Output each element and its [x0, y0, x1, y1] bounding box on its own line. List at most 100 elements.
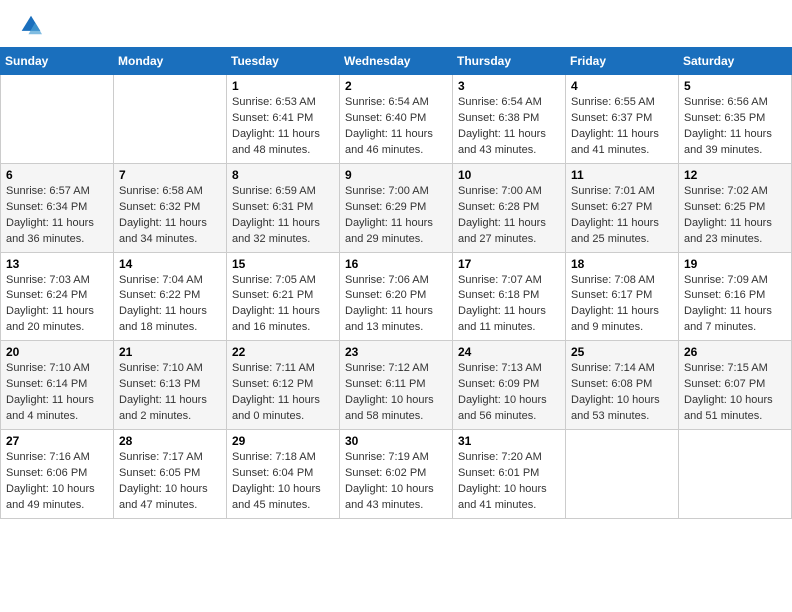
day-number: 5: [684, 79, 786, 93]
day-number: 8: [232, 168, 334, 182]
day-number: 2: [345, 79, 447, 93]
day-number: 24: [458, 345, 560, 359]
day-info: Sunrise: 7:06 AM Sunset: 6:20 PM Dayligh…: [345, 273, 447, 337]
dow-header: Monday: [114, 48, 227, 75]
dow-header: Friday: [566, 48, 679, 75]
dow-header: Saturday: [679, 48, 792, 75]
calendar-cell: 25Sunrise: 7:14 AM Sunset: 6:08 PM Dayli…: [566, 341, 679, 430]
day-number: 12: [684, 168, 786, 182]
calendar-cell: [114, 75, 227, 164]
day-number: 15: [232, 257, 334, 271]
calendar-header: SundayMondayTuesdayWednesdayThursdayFrid…: [1, 48, 792, 75]
day-info: Sunrise: 6:53 AM Sunset: 6:41 PM Dayligh…: [232, 95, 334, 159]
day-info: Sunrise: 7:00 AM Sunset: 6:28 PM Dayligh…: [458, 184, 560, 248]
day-info: Sunrise: 7:05 AM Sunset: 6:21 PM Dayligh…: [232, 273, 334, 337]
day-info: Sunrise: 6:57 AM Sunset: 6:34 PM Dayligh…: [6, 184, 108, 248]
logo-icon: [20, 14, 42, 36]
calendar-cell: 22 Sunrise: 7:11 AM Sunset: 6:12 PM Dayli…: [227, 341, 340, 430]
calendar-week-row: 20 Sunrise: 7:10 AM Sunset: 6:14 PM Dayli…: [1, 341, 792, 430]
day-info: Sunrise: 6:59 AM Sunset: 6:31 PM Dayligh…: [232, 184, 334, 248]
day-number: 30: [345, 434, 447, 448]
calendar-week-row: 27Sunrise: 7:16 AM Sunset: 6:06 PM Dayli…: [1, 430, 792, 519]
calendar-cell: 9Sunrise: 7:00 AM Sunset: 6:29 PM Daylig…: [340, 163, 453, 252]
calendar-cell: 26 Sunrise: 7:15 AM Sunset: 6:07 PM Dayli…: [679, 341, 792, 430]
calendar-body: 1 Sunrise: 6:53 AM Sunset: 6:41 PM Daylig…: [1, 75, 792, 519]
day-number: 11: [571, 168, 673, 182]
day-info: Sunrise: 7:11 AM Sunset: 6:12 PM Dayligh…: [232, 361, 334, 425]
calendar-cell: 13 Sunrise: 7:03 AM Sunset: 6:24 PM Dayli…: [1, 252, 114, 341]
day-number: 16: [345, 257, 447, 271]
calendar-cell: 10Sunrise: 7:00 AM Sunset: 6:28 PM Dayli…: [453, 163, 566, 252]
calendar-cell: 21 Sunrise: 7:10 AM Sunset: 6:13 PM Dayli…: [114, 341, 227, 430]
day-info: Sunrise: 7:19 AM Sunset: 6:02 PM Dayligh…: [345, 450, 447, 514]
day-number: 3: [458, 79, 560, 93]
day-number: 22: [232, 345, 334, 359]
calendar-week-row: 6 Sunrise: 6:57 AM Sunset: 6:34 PM Daylig…: [1, 163, 792, 252]
calendar-cell: 8 Sunrise: 6:59 AM Sunset: 6:31 PM Daylig…: [227, 163, 340, 252]
day-number: 1: [232, 79, 334, 93]
day-number: 14: [119, 257, 221, 271]
day-info: Sunrise: 7:20 AM Sunset: 6:01 PM Dayligh…: [458, 450, 560, 514]
calendar-cell: 6 Sunrise: 6:57 AM Sunset: 6:34 PM Daylig…: [1, 163, 114, 252]
calendar-cell: 3 Sunrise: 6:54 AM Sunset: 6:38 PM Daylig…: [453, 75, 566, 164]
calendar-cell: 27Sunrise: 7:16 AM Sunset: 6:06 PM Dayli…: [1, 430, 114, 519]
day-info: Sunrise: 7:10 AM Sunset: 6:14 PM Dayligh…: [6, 361, 108, 425]
day-info: Sunrise: 6:54 AM Sunset: 6:38 PM Dayligh…: [458, 95, 560, 159]
day-info: Sunrise: 7:04 AM Sunset: 6:22 PM Dayligh…: [119, 273, 221, 337]
calendar-cell: 4 Sunrise: 6:55 AM Sunset: 6:37 PM Daylig…: [566, 75, 679, 164]
day-number: 31: [458, 434, 560, 448]
calendar-cell: 31 Sunrise: 7:20 AM Sunset: 6:01 PM Dayli…: [453, 430, 566, 519]
day-number: 6: [6, 168, 108, 182]
calendar-cell: 5 Sunrise: 6:56 AM Sunset: 6:35 PM Daylig…: [679, 75, 792, 164]
day-number: 23: [345, 345, 447, 359]
day-info: Sunrise: 7:01 AM Sunset: 6:27 PM Dayligh…: [571, 184, 673, 248]
day-number: 4: [571, 79, 673, 93]
calendar-cell: [679, 430, 792, 519]
day-number: 18: [571, 257, 673, 271]
day-number: 29: [232, 434, 334, 448]
day-number: 27: [6, 434, 108, 448]
day-number: 13: [6, 257, 108, 271]
calendar-cell: 11 Sunrise: 7:01 AM Sunset: 6:27 PM Dayli…: [566, 163, 679, 252]
calendar-cell: 2 Sunrise: 6:54 AM Sunset: 6:40 PM Daylig…: [340, 75, 453, 164]
calendar-cell: 29 Sunrise: 7:18 AM Sunset: 6:04 PM Dayli…: [227, 430, 340, 519]
day-info: Sunrise: 7:03 AM Sunset: 6:24 PM Dayligh…: [6, 273, 108, 337]
calendar-cell: 24 Sunrise: 7:13 AM Sunset: 6:09 PM Dayli…: [453, 341, 566, 430]
dow-header: Sunday: [1, 48, 114, 75]
calendar-cell: 18Sunrise: 7:08 AM Sunset: 6:17 PM Dayli…: [566, 252, 679, 341]
day-number: 21: [119, 345, 221, 359]
calendar-cell: 14 Sunrise: 7:04 AM Sunset: 6:22 PM Dayli…: [114, 252, 227, 341]
day-info: Sunrise: 7:18 AM Sunset: 6:04 PM Dayligh…: [232, 450, 334, 514]
dow-header: Tuesday: [227, 48, 340, 75]
day-info: Sunrise: 7:07 AM Sunset: 6:18 PM Dayligh…: [458, 273, 560, 337]
page-header: [0, 0, 792, 47]
day-number: 25: [571, 345, 673, 359]
day-info: Sunrise: 6:54 AM Sunset: 6:40 PM Dayligh…: [345, 95, 447, 159]
calendar-cell: 28 Sunrise: 7:17 AM Sunset: 6:05 PM Dayli…: [114, 430, 227, 519]
dow-header: Thursday: [453, 48, 566, 75]
day-number: 7: [119, 168, 221, 182]
day-number: 19: [684, 257, 786, 271]
calendar-cell: [1, 75, 114, 164]
calendar-week-row: 13 Sunrise: 7:03 AM Sunset: 6:24 PM Dayli…: [1, 252, 792, 341]
day-number: 26: [684, 345, 786, 359]
day-info: Sunrise: 7:15 AM Sunset: 6:07 PM Dayligh…: [684, 361, 786, 425]
calendar-week-row: 1 Sunrise: 6:53 AM Sunset: 6:41 PM Daylig…: [1, 75, 792, 164]
day-info: Sunrise: 7:02 AM Sunset: 6:25 PM Dayligh…: [684, 184, 786, 248]
calendar-cell: 15 Sunrise: 7:05 AM Sunset: 6:21 PM Dayli…: [227, 252, 340, 341]
day-info: Sunrise: 7:13 AM Sunset: 6:09 PM Dayligh…: [458, 361, 560, 425]
day-number: 28: [119, 434, 221, 448]
day-info: Sunrise: 7:10 AM Sunset: 6:13 PM Dayligh…: [119, 361, 221, 425]
day-info: Sunrise: 6:55 AM Sunset: 6:37 PM Dayligh…: [571, 95, 673, 159]
day-number: 20: [6, 345, 108, 359]
day-info: Sunrise: 7:17 AM Sunset: 6:05 PM Dayligh…: [119, 450, 221, 514]
calendar-cell: 17Sunrise: 7:07 AM Sunset: 6:18 PM Dayli…: [453, 252, 566, 341]
calendar-cell: 7Sunrise: 6:58 AM Sunset: 6:32 PM Daylig…: [114, 163, 227, 252]
calendar-cell: 16 Sunrise: 7:06 AM Sunset: 6:20 PM Dayli…: [340, 252, 453, 341]
day-info: Sunrise: 6:56 AM Sunset: 6:35 PM Dayligh…: [684, 95, 786, 159]
calendar-cell: 30 Sunrise: 7:19 AM Sunset: 6:02 PM Dayli…: [340, 430, 453, 519]
day-info: Sunrise: 7:12 AM Sunset: 6:11 PM Dayligh…: [345, 361, 447, 425]
calendar-cell: 12 Sunrise: 7:02 AM Sunset: 6:25 PM Dayli…: [679, 163, 792, 252]
calendar-cell: 19Sunrise: 7:09 AM Sunset: 6:16 PM Dayli…: [679, 252, 792, 341]
dow-header: Wednesday: [340, 48, 453, 75]
